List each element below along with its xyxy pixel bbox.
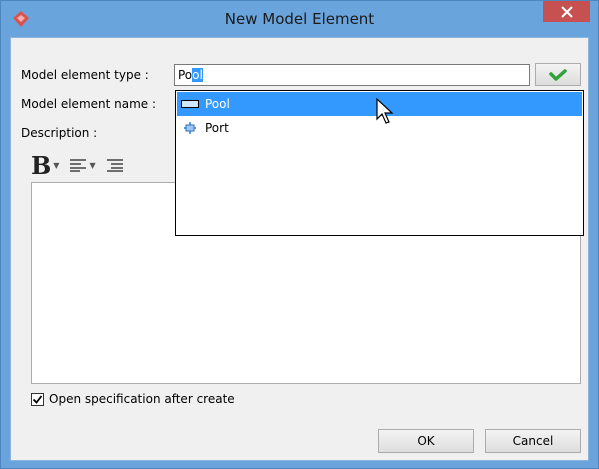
ok-button[interactable]: OK xyxy=(378,429,474,453)
open-spec-option[interactable]: Open specification after create xyxy=(31,392,235,406)
pool-icon xyxy=(181,100,199,108)
close-button[interactable] xyxy=(543,1,590,22)
model-element-type-input[interactable]: Pool xyxy=(174,64,530,86)
open-spec-label: Open specification after create xyxy=(49,392,235,406)
list-icon xyxy=(106,159,123,172)
align-icon xyxy=(70,159,87,172)
close-icon xyxy=(560,5,573,18)
confirm-type-button[interactable] xyxy=(535,63,581,86)
dropdown-item-label: Pool xyxy=(205,97,230,111)
chevron-down-icon: ▼ xyxy=(89,160,96,170)
typed-text: Po xyxy=(178,68,193,82)
dialog-body: Model element type : Pool Model element … xyxy=(10,37,589,461)
autocomplete-selection: ol xyxy=(192,68,203,82)
dialog-window: New Model Element Model element type : P… xyxy=(0,0,599,469)
window-title: New Model Element xyxy=(224,10,375,28)
mouse-cursor-icon xyxy=(376,98,394,124)
port-icon xyxy=(184,122,196,134)
align-button[interactable]: ▼ xyxy=(69,158,96,172)
open-spec-checkbox[interactable] xyxy=(31,392,44,406)
title-bar[interactable]: New Model Element xyxy=(1,1,598,37)
chevron-down-icon: ▼ xyxy=(53,160,60,170)
checkmark-icon xyxy=(32,394,43,404)
model-element-name-label: Model element name : xyxy=(21,97,157,111)
bold-icon: B xyxy=(31,150,52,180)
cancel-button[interactable]: Cancel xyxy=(485,429,581,453)
dropdown-item-label: Port xyxy=(205,121,229,135)
bold-button[interactable]: B ▼ xyxy=(31,151,59,180)
format-toolbar: B ▼ ▼ xyxy=(31,151,134,180)
list-button[interactable] xyxy=(106,158,124,172)
description-label: Description : xyxy=(21,126,98,140)
model-element-type-label: Model element type : xyxy=(21,68,149,82)
check-icon xyxy=(549,68,567,81)
